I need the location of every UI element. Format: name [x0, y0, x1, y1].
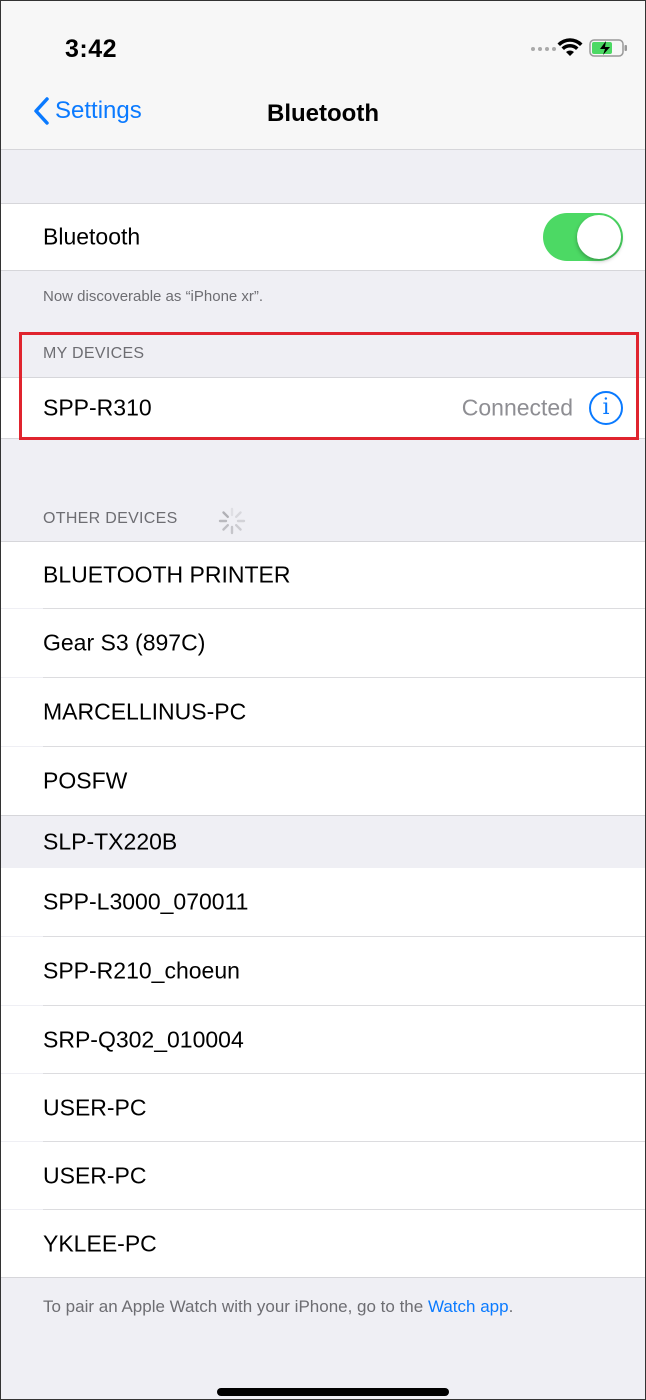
phone-screen: 3:42 Settings Bluetooth Bluetooth Now di… — [0, 0, 646, 1400]
bluetooth-switch[interactable] — [543, 213, 623, 261]
device-row[interactable]: USER-PC — [1, 1074, 645, 1141]
watch-app-link[interactable]: Watch app — [428, 1297, 509, 1316]
navigation-bar: Settings Bluetooth — [1, 91, 645, 150]
device-name: YKLEE-PC — [43, 1230, 157, 1256]
status-bar: 3:42 — [1, 1, 645, 91]
device-name: MARCELLINUS-PC — [43, 698, 247, 725]
device-row[interactable]: MARCELLINUS-PC — [1, 678, 645, 746]
device-row[interactable]: SPP-L3000_070011 — [1, 868, 645, 936]
discoverable-note: Now discoverable as “iPhone xr”. — [43, 288, 264, 305]
device-name: SPP-L3000_070011 — [43, 888, 249, 915]
loading-spinner-icon — [218, 507, 246, 535]
device-name: USER-PC — [43, 1094, 147, 1120]
device-row[interactable]: SRP-Q302_010004 — [1, 1006, 645, 1073]
device-name: Gear S3 (897C) — [43, 629, 206, 656]
device-name: SRP-Q302_010004 — [43, 1026, 244, 1052]
device-name: SLP-TX220B — [43, 828, 178, 855]
apple-watch-note: To pair an Apple Watch with your iPhone,… — [43, 1295, 603, 1319]
device-row[interactable]: BLUETOOTH PRINTER — [1, 542, 645, 608]
footer-text-end: . — [508, 1297, 514, 1316]
page-title: Bluetooth — [267, 100, 379, 127]
cellular-signal-icon — [531, 47, 556, 51]
device-name: POSFW — [43, 767, 128, 794]
device-row[interactable]: USER-PC — [1, 1142, 645, 1209]
device-name: BLUETOOTH PRINTER — [43, 561, 291, 588]
device-row[interactable]: Gear S3 (897C) — [1, 609, 645, 677]
status-time: 3:42 — [65, 35, 118, 63]
device-row[interactable]: YKLEE-PC — [1, 1210, 645, 1277]
bluetooth-toggle-row: Bluetooth — [1, 204, 645, 270]
other-devices-header: OTHER DEVICES — [43, 510, 178, 527]
device-row[interactable]: SPP-R210_choeun — [1, 937, 645, 1005]
footer-text: To pair an Apple Watch with your iPhone,… — [43, 1297, 428, 1316]
divider — [1, 270, 645, 271]
battery-charging-icon — [589, 39, 627, 57]
highlight-box — [19, 332, 639, 440]
device-row[interactable]: POSFW — [1, 747, 645, 815]
divider — [1, 1277, 645, 1278]
device-name: USER-PC — [43, 1162, 147, 1188]
device-name: SPP-R210_choeun — [43, 957, 240, 984]
wifi-icon — [557, 38, 583, 56]
bluetooth-toggle-label: Bluetooth — [43, 223, 141, 250]
device-row[interactable]: SLP-TX220B — [1, 816, 645, 868]
home-indicator[interactable] — [217, 1388, 449, 1396]
switch-knob — [577, 215, 621, 259]
